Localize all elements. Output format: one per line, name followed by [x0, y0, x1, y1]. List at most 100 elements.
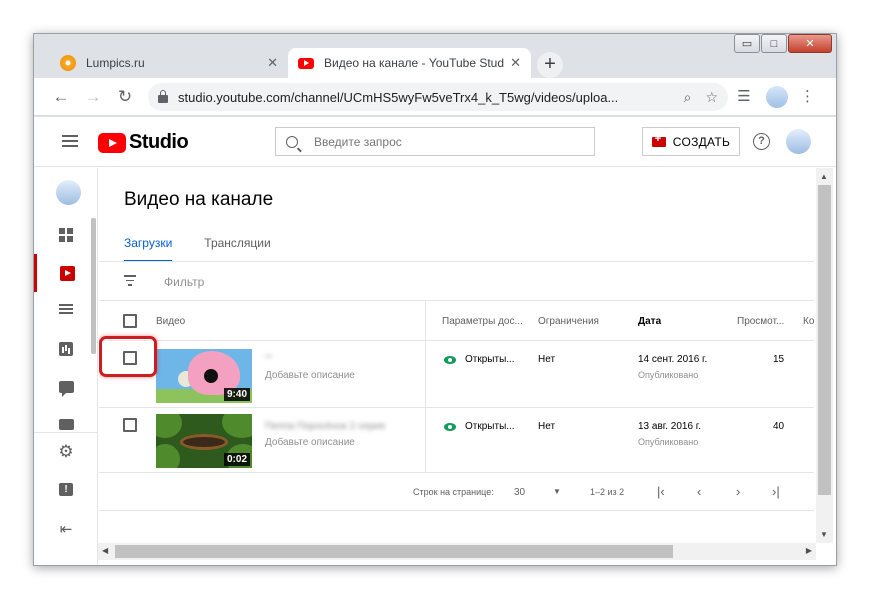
scroll-down-icon[interactable]: ▼ — [820, 530, 828, 539]
table-row[interactable]: 0:02 Пеппа Поросёнок 2 серия Добавьте оп… — [99, 408, 814, 473]
subtitles-icon — [58, 419, 74, 430]
browser-menu-icon[interactable]: ⋮ — [800, 86, 815, 108]
dashboard-icon — [59, 228, 73, 242]
media-control-icon[interactable]: ☰ — [734, 86, 754, 108]
hamburger-menu-icon[interactable] — [62, 135, 78, 147]
scroll-left-icon[interactable]: ◀ — [102, 546, 108, 555]
date-value: 13 авг. 2016 г. — [638, 421, 701, 432]
rows-per-page-label: Строк на странице: — [413, 487, 494, 497]
pagination: Строк на странице: 30 ▼ 1–2 из 2 |‹ ‹ › … — [99, 473, 814, 511]
address-bar[interactable]: studio.youtube.com/channel/UCmHS5wyFw5ve… — [148, 83, 728, 111]
column-restrictions[interactable]: Ограничения — [538, 316, 599, 327]
scroll-right-icon[interactable]: ▶ — [806, 546, 812, 555]
tab-title: Lumpics.ru — [86, 56, 145, 70]
visibility-cell[interactable]: Открыты... — [444, 354, 515, 365]
logo-text: Studio — [129, 131, 189, 153]
scroll-thumb[interactable] — [818, 185, 831, 495]
vertical-scrollbar[interactable]: ▲ ▼ — [816, 168, 833, 543]
browser-toolbar: ← → ↻ studio.youtube.com/channel/UCmHS5w… — [34, 78, 836, 116]
filter-icon[interactable] — [124, 275, 136, 289]
column-video[interactable]: Видео — [156, 316, 185, 327]
video-thumbnail[interactable]: 0:02 — [156, 414, 252, 468]
reload-icon[interactable]: ↻ — [114, 86, 136, 108]
filter-input[interactable]: Фильтр — [164, 275, 204, 289]
table-row[interactable]: 9:40 "" Добавьте описание Открыты... Нет… — [99, 341, 814, 408]
search-box[interactable] — [275, 127, 595, 156]
tab-uploads[interactable]: Загрузки — [124, 236, 173, 262]
lumpics-orange-icon — [60, 55, 76, 71]
nav-classic-studio[interactable]: ⇤ — [34, 508, 98, 546]
nav-dashboard[interactable] — [34, 216, 98, 254]
nav-subtitles[interactable] — [34, 406, 98, 430]
highlight-annotation — [99, 336, 157, 377]
visibility-eye-icon — [444, 422, 456, 431]
last-page-icon[interactable]: ›| — [772, 484, 780, 499]
profile-avatar[interactable] — [766, 86, 788, 108]
nav-comments[interactable] — [34, 368, 98, 406]
videos-icon — [60, 265, 75, 281]
status-value: Опубликовано — [638, 370, 699, 380]
search-input[interactable] — [314, 134, 574, 149]
column-date[interactable]: Дата — [638, 316, 661, 327]
zoom-icon[interactable]: ⌕ — [684, 89, 692, 106]
horizontal-scrollbar[interactable]: ◀ ▶ — [98, 543, 816, 560]
first-page-icon[interactable]: |‹ — [657, 484, 665, 499]
row-checkbox[interactable] — [123, 418, 137, 432]
back-arrow-icon[interactable]: ← — [50, 86, 72, 108]
visibility-value: Открыты... — [465, 421, 515, 432]
prev-page-icon[interactable]: ‹ — [697, 484, 701, 499]
nav-settings[interactable]: ⚙ — [34, 432, 98, 470]
tab-lumpics[interactable]: Lumpics.ru ✕ — [50, 48, 288, 78]
new-tab-button[interactable]: + — [537, 52, 563, 78]
channel-avatar[interactable] — [56, 180, 81, 205]
column-comments[interactable]: Ко — [803, 316, 814, 327]
settings-gear-icon: ⚙ — [58, 441, 74, 461]
column-visibility[interactable]: Параметры дос... — [442, 316, 523, 327]
lock-icon[interactable] — [158, 90, 168, 103]
scroll-up-icon[interactable]: ▲ — [820, 172, 828, 181]
search-icon — [286, 135, 298, 148]
bookmark-star-icon[interactable]: ☆ — [705, 89, 718, 106]
url-text[interactable]: studio.youtube.com/channel/UCmHS5wyFw5ve… — [178, 90, 670, 105]
column-views[interactable]: Просмот... — [737, 316, 784, 327]
tab-close-icon[interactable]: ✕ — [510, 55, 521, 71]
dropdown-arrow-icon[interactable]: ▼ — [553, 487, 561, 496]
tab-live[interactable]: Трансляции — [204, 236, 270, 262]
studio-header: Studio СОЗДАТЬ ? — [34, 117, 836, 167]
help-icon[interactable]: ? — [753, 133, 770, 150]
nav-videos[interactable] — [34, 254, 98, 292]
nav-playlists[interactable] — [34, 292, 98, 330]
views-value: 15 — [773, 354, 785, 365]
scroll-thumb[interactable] — [115, 545, 673, 558]
account-avatar[interactable] — [786, 129, 811, 154]
create-button[interactable]: СОЗДАТЬ — [642, 127, 740, 156]
video-description[interactable]: Добавьте описание — [265, 370, 355, 381]
nav-analytics[interactable] — [34, 330, 98, 368]
video-title[interactable]: "" — [265, 354, 272, 365]
tab-close-icon[interactable]: ✕ — [267, 55, 278, 71]
next-page-icon[interactable]: › — [736, 484, 740, 499]
video-thumbnail[interactable]: 9:40 — [156, 349, 252, 403]
video-description[interactable]: Добавьте описание — [265, 437, 355, 448]
studio-logo[interactable]: Studio — [98, 131, 189, 154]
filter-bar[interactable]: Фильтр — [124, 275, 204, 289]
nav-feedback[interactable]: ! — [34, 470, 98, 508]
page-title: Видео на канале — [124, 189, 274, 210]
forward-arrow-icon[interactable]: → — [82, 86, 104, 108]
divider — [99, 261, 814, 262]
youtube-icon — [298, 57, 314, 69]
feedback-icon: ! — [59, 482, 73, 496]
video-title[interactable]: Пеппа Поросёнок 2 серия — [265, 421, 385, 432]
create-label: СОЗДАТЬ — [672, 134, 731, 149]
tab-youtube-studio[interactable]: Видео на канале - YouTube Studio ✕ — [288, 48, 531, 78]
browser-window: ▭ □ ✕ Lumpics.ru ✕ Видео на канале - You… — [33, 33, 837, 566]
views-value: 40 — [773, 421, 785, 432]
left-navigation: ⚙ ! ⇤ — [34, 168, 98, 565]
visibility-cell[interactable]: Открыты... — [444, 421, 515, 432]
create-video-icon — [651, 133, 666, 147]
rows-per-page-select[interactable]: 30 — [514, 487, 525, 498]
status-value: Опубликовано — [638, 437, 699, 447]
date-value: 14 сент. 2016 г. — [638, 354, 708, 365]
select-all-checkbox[interactable] — [123, 314, 137, 328]
video-duration: 9:40 — [223, 388, 250, 401]
